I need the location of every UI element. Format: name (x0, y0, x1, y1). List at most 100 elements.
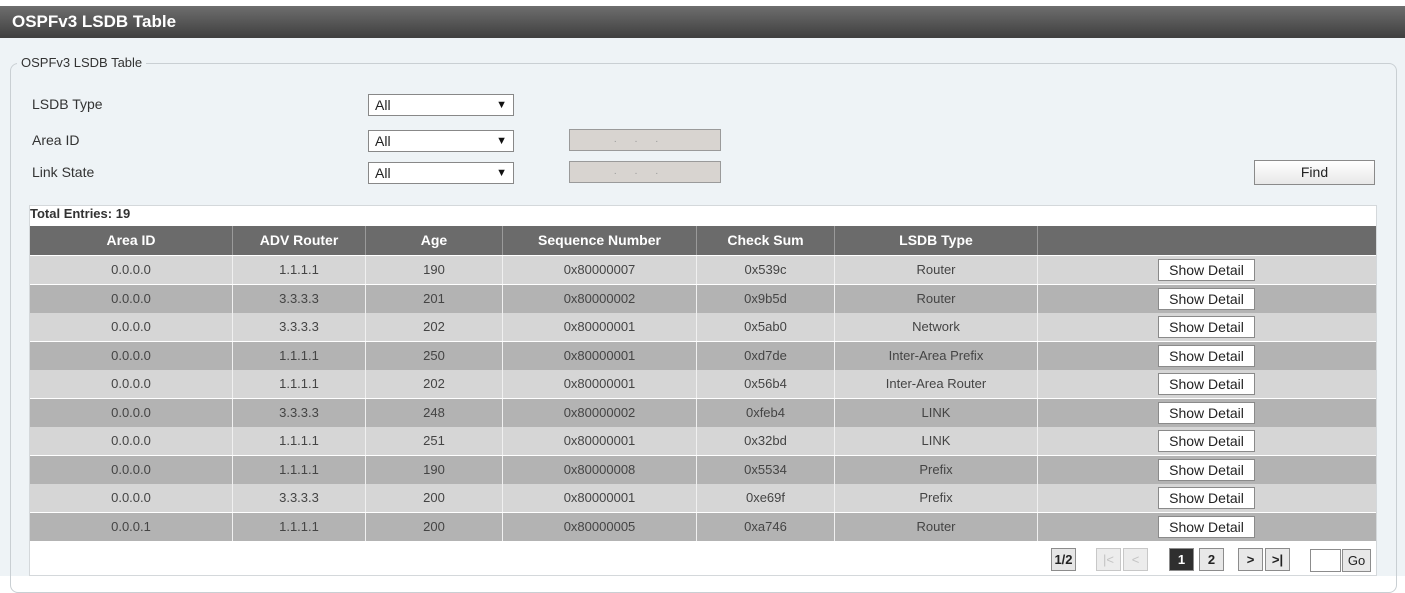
dropdown-arrow-icon: ▼ (496, 135, 507, 147)
cell-seq: 0x80000001 (503, 370, 697, 398)
show-detail-button[interactable]: Show Detail (1158, 259, 1255, 281)
cell-age: 200 (366, 512, 503, 541)
cell-age: 201 (366, 284, 503, 313)
cell-checksum: 0x32bd (697, 427, 835, 455)
show-detail-button[interactable]: Show Detail (1158, 430, 1255, 452)
cell-checksum: 0x56b4 (697, 370, 835, 398)
table-row: 0.0.0.0 1.1.1.1 251 0x80000001 0x32bd LINK Sho… (30, 427, 1376, 455)
lsdb-type-select[interactable]: All ▼ (368, 94, 514, 116)
cell-seq: 0x80000002 (503, 398, 697, 427)
find-button[interactable]: Find (1254, 160, 1375, 185)
area-id-select[interactable]: All ▼ (368, 130, 514, 152)
cell-lsdb-type: Router (835, 256, 1038, 284)
col-lsdb-type: LSDB Type (835, 226, 1038, 255)
link-state-ip-input[interactable]: ... (569, 161, 721, 183)
cell-area-id: 0.0.0.0 (30, 341, 233, 370)
cell-seq: 0x80000001 (503, 484, 697, 512)
col-adv-router: ADV Router (233, 226, 366, 255)
prev-page-button[interactable]: < (1123, 548, 1148, 571)
cell-adv-router: 1.1.1.1 (233, 256, 366, 284)
page-1-button[interactable]: 1 (1169, 548, 1194, 571)
cell-age: 250 (366, 341, 503, 370)
table-row: 0.0.0.0 3.3.3.3 201 0x80000002 0x9b5d Router S… (30, 284, 1376, 313)
cell-lsdb-type: Prefix (835, 455, 1038, 484)
show-detail-button[interactable]: Show Detail (1158, 401, 1255, 424)
col-sequence-number: Sequence Number (503, 226, 697, 255)
show-detail-button[interactable]: Show Detail (1158, 373, 1255, 395)
show-detail-button[interactable]: Show Detail (1158, 458, 1255, 481)
area-id-value: All (375, 133, 391, 149)
col-action (1038, 226, 1376, 255)
total-entries: Total Entries: 19 (30, 206, 131, 221)
cell-area-id: 0.0.0.0 (30, 455, 233, 484)
cell-checksum: 0x9b5d (697, 284, 835, 313)
cell-age: 190 (366, 256, 503, 284)
cell-checksum: 0xd7de (697, 341, 835, 370)
dropdown-arrow-icon: ▼ (496, 167, 507, 179)
cell-area-id: 0.0.0.0 (30, 398, 233, 427)
cell-lsdb-type: Inter-Area Router (835, 370, 1038, 398)
table-row: 0.0.0.0 3.3.3.3 248 0x80000002 0xfeb4 LINK Sho… (30, 398, 1376, 427)
cell-lsdb-type: Router (835, 512, 1038, 541)
table-row: 0.0.0.0 1.1.1.1 190 0x80000008 0x5534 Prefix S… (30, 455, 1376, 484)
cell-adv-router: 3.3.3.3 (233, 284, 366, 313)
last-page-button[interactable]: >| (1265, 548, 1290, 571)
first-page-button[interactable]: |< (1096, 548, 1121, 571)
cell-lsdb-type: LINK (835, 398, 1038, 427)
cell-seq: 0x80000007 (503, 256, 697, 284)
cell-seq: 0x80000008 (503, 455, 697, 484)
page-info: 1/2 (1051, 548, 1076, 571)
cell-adv-router: 1.1.1.1 (233, 427, 366, 455)
cell-lsdb-type: Router (835, 284, 1038, 313)
cell-seq: 0x80000001 (503, 341, 697, 370)
page-number-input[interactable] (1310, 549, 1341, 572)
go-button[interactable]: Go (1342, 549, 1371, 572)
cell-adv-router: 3.3.3.3 (233, 313, 366, 341)
table-row: 0.0.0.0 1.1.1.1 190 0x80000007 0x539c Router S… (30, 256, 1376, 284)
cell-lsdb-type: LINK (835, 427, 1038, 455)
area-id-label: Area ID (32, 132, 80, 148)
cell-lsdb-type: Network (835, 313, 1038, 341)
cell-adv-router: 3.3.3.3 (233, 484, 366, 512)
cell-age: 200 (366, 484, 503, 512)
col-check-sum: Check Sum (697, 226, 835, 255)
show-detail-button[interactable]: Show Detail (1158, 316, 1255, 338)
cell-checksum: 0x5ab0 (697, 313, 835, 341)
cell-area-id: 0.0.0.0 (30, 427, 233, 455)
cell-area-id: 0.0.0.0 (30, 284, 233, 313)
cell-checksum: 0x539c (697, 256, 835, 284)
cell-age: 248 (366, 398, 503, 427)
cell-area-id: 0.0.0.0 (30, 313, 233, 341)
show-detail-button[interactable]: Show Detail (1158, 287, 1255, 310)
cell-adv-router: 3.3.3.3 (233, 398, 366, 427)
cell-adv-router: 1.1.1.1 (233, 341, 366, 370)
table-row: 0.0.0.1 1.1.1.1 200 0x80000005 0xa746 Router S… (30, 512, 1376, 541)
link-state-select[interactable]: All ▼ (368, 162, 514, 184)
col-age: Age (366, 226, 503, 255)
show-detail-button[interactable]: Show Detail (1158, 487, 1255, 509)
page-title: OSPFv3 LSDB Table (0, 6, 1405, 38)
cell-adv-router: 1.1.1.1 (233, 370, 366, 398)
show-detail-button[interactable]: Show Detail (1158, 515, 1255, 538)
show-detail-button[interactable]: Show Detail (1158, 344, 1255, 367)
cell-age: 190 (366, 455, 503, 484)
link-state-value: All (375, 165, 391, 181)
cell-checksum: 0x5534 (697, 455, 835, 484)
cell-seq: 0x80000002 (503, 284, 697, 313)
cell-seq: 0x80000005 (503, 512, 697, 541)
area-id-ip-input[interactable]: ... (569, 129, 721, 151)
cell-seq: 0x80000001 (503, 313, 697, 341)
next-page-button[interactable]: > (1238, 548, 1263, 571)
table-row: 0.0.0.0 3.3.3.3 200 0x80000001 0xe69f Prefix S… (30, 484, 1376, 512)
cell-age: 202 (366, 370, 503, 398)
page-2-button[interactable]: 2 (1199, 548, 1224, 571)
cell-lsdb-type: Inter-Area Prefix (835, 341, 1038, 370)
cell-area-id: 0.0.0.0 (30, 484, 233, 512)
cell-area-id: 0.0.0.0 (30, 256, 233, 284)
cell-area-id: 0.0.0.1 (30, 512, 233, 541)
lsdb-type-label: LSDB Type (32, 96, 103, 112)
cell-age: 251 (366, 427, 503, 455)
cell-area-id: 0.0.0.0 (30, 370, 233, 398)
cell-lsdb-type: Prefix (835, 484, 1038, 512)
dropdown-arrow-icon: ▼ (496, 99, 507, 111)
